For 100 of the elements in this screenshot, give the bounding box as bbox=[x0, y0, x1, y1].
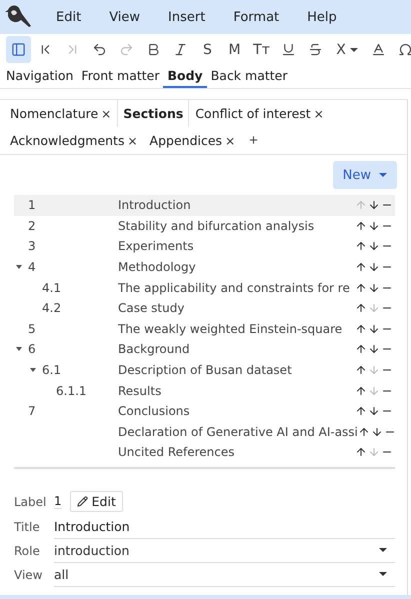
section-number: 1 bbox=[28, 198, 36, 212]
caret-icon bbox=[379, 572, 387, 576]
move-down-icon[interactable] bbox=[368, 220, 380, 232]
close-tab-button[interactable]: × bbox=[225, 134, 236, 148]
section-row[interactable]: 4 Methodology bbox=[14, 256, 395, 278]
redo-icon bbox=[119, 42, 134, 57]
text-style-button[interactable]: S bbox=[195, 36, 220, 63]
section-title: Conclusions bbox=[118, 404, 191, 418]
move-down-icon[interactable] bbox=[368, 405, 380, 418]
tab-label: Acknowledgments bbox=[10, 133, 124, 148]
move-down-icon[interactable] bbox=[368, 343, 380, 356]
text-style-button[interactable]: Tт bbox=[249, 36, 274, 63]
menu-item[interactable]: Edit bbox=[56, 10, 96, 24]
move-up-icon[interactable] bbox=[355, 261, 367, 274]
menu-item[interactable]: View bbox=[109, 10, 154, 24]
move-up-icon[interactable] bbox=[355, 282, 367, 294]
move-down-icon[interactable] bbox=[368, 261, 380, 274]
move-down-icon[interactable] bbox=[368, 322, 380, 335]
section-row[interactable]: 6.1 Description of Busan dataset bbox=[14, 360, 395, 380]
section-number: 4 bbox=[28, 260, 36, 274]
move-up-icon[interactable] bbox=[355, 446, 367, 458]
expand-toggle-icon[interactable] bbox=[16, 347, 22, 352]
caret-icon bbox=[379, 173, 387, 177]
field-label: Title bbox=[14, 518, 41, 536]
section-title: Background bbox=[118, 342, 191, 356]
close-tab-button[interactable]: × bbox=[101, 106, 112, 120]
section-row[interactable]: 3 Experiments bbox=[14, 236, 395, 257]
section-number: 2 bbox=[28, 218, 36, 233]
move-up-icon[interactable] bbox=[355, 343, 367, 356]
role-select[interactable]: introduction bbox=[54, 538, 395, 563]
section-row[interactable]: 5 The weakly weighted Einstein-square bbox=[14, 318, 395, 340]
section-row[interactable]: 2 Stability and bifurcation analysis bbox=[14, 216, 395, 236]
move-down-icon[interactable] bbox=[368, 240, 380, 252]
section-title: Experiments bbox=[118, 239, 195, 254]
section-row[interactable]: Uncited References bbox=[14, 442, 395, 463]
move-down-icon[interactable] bbox=[368, 199, 380, 212]
select-value: introduction bbox=[54, 542, 130, 558]
text-color-icon bbox=[371, 42, 386, 57]
new-button[interactable]: New bbox=[332, 161, 397, 189]
text-style-button[interactable]: X bbox=[330, 36, 364, 63]
section-number: 7 bbox=[28, 404, 36, 418]
edit-button[interactable]: Edit bbox=[70, 491, 123, 512]
section-number: 3 bbox=[28, 239, 36, 254]
move-up-icon[interactable] bbox=[355, 384, 367, 397]
move-up-icon[interactable] bbox=[358, 426, 370, 438]
add-tab-button[interactable]: + bbox=[241, 127, 266, 154]
field-label: Label bbox=[14, 494, 48, 511]
view-select[interactable]: all bbox=[54, 562, 395, 587]
close-tab-button[interactable]: × bbox=[127, 134, 138, 148]
expand-toggle-icon[interactable] bbox=[16, 265, 22, 270]
tab-label: Nomenclature bbox=[10, 106, 98, 121]
section-title: Introduction bbox=[118, 198, 192, 212]
section-number: 4.2 bbox=[42, 301, 62, 316]
move-up-icon[interactable] bbox=[355, 220, 367, 232]
tab[interactable]: Body bbox=[163, 65, 207, 88]
section-number: 6.1.1 bbox=[56, 384, 87, 398]
section-row[interactable]: 6 Background bbox=[14, 339, 395, 360]
section-row[interactable]: Declaration of Generative AI and AI-assi bbox=[14, 422, 395, 442]
expand-toggle-icon[interactable] bbox=[30, 368, 36, 372]
section-row[interactable]: 4.2 Case study bbox=[14, 298, 395, 319]
menu-item[interactable]: Help bbox=[307, 10, 351, 24]
section-tab[interactable]: Sections bbox=[117, 100, 190, 127]
section-title: Stability and bifurcation analysis bbox=[118, 218, 316, 233]
tab[interactable]: Back matter bbox=[206, 65, 292, 88]
bold-icon bbox=[146, 42, 161, 57]
move-down-icon[interactable] bbox=[368, 282, 380, 294]
text-style-button[interactable]: M bbox=[222, 36, 247, 63]
move-up-icon[interactable] bbox=[355, 405, 367, 418]
section-title: The weakly weighted Einstein-square bbox=[118, 322, 344, 336]
strikethrough-icon bbox=[308, 42, 323, 57]
underline-icon bbox=[281, 42, 296, 57]
section-title: Description of Busan dataset bbox=[118, 363, 293, 378]
menu-item[interactable]: Format bbox=[233, 10, 294, 24]
tab-label: Sections bbox=[123, 106, 184, 121]
move-up-icon[interactable] bbox=[355, 364, 367, 376]
section-row[interactable]: 6.1.1 Results bbox=[14, 380, 395, 401]
caret-icon bbox=[350, 48, 358, 52]
close-tab-button[interactable]: × bbox=[314, 106, 324, 120]
section-title: Case study bbox=[118, 301, 186, 316]
omega-icon bbox=[398, 42, 411, 57]
tab[interactable]: Navigation bbox=[2, 65, 78, 88]
section-row[interactable]: 1 Introduction bbox=[14, 195, 395, 216]
move-up-icon[interactable] bbox=[355, 302, 367, 314]
section-title: Results bbox=[118, 384, 162, 398]
section-number: 6.1 bbox=[42, 363, 62, 378]
section-number: 5 bbox=[28, 322, 36, 336]
section-title: The applicability and constraints for re bbox=[118, 280, 351, 295]
tab[interactable]: Front matter bbox=[77, 65, 164, 88]
section-number: 6 bbox=[28, 342, 36, 356]
italic-icon bbox=[173, 42, 188, 57]
field-label: Role bbox=[14, 542, 41, 560]
section-row[interactable]: 7 Conclusions bbox=[14, 400, 395, 422]
move-down-icon[interactable] bbox=[370, 426, 383, 438]
move-up-icon[interactable] bbox=[355, 322, 367, 335]
move-up-icon[interactable] bbox=[355, 240, 367, 252]
section-title: Uncited References bbox=[118, 445, 236, 460]
section-row[interactable]: 4.1 The applicability and constraints for re bbox=[14, 277, 395, 298]
tab-label: Conflict of interest bbox=[195, 106, 311, 121]
toolbar-button[interactable] bbox=[6, 36, 31, 63]
menu-item[interactable]: Insert bbox=[168, 10, 220, 24]
